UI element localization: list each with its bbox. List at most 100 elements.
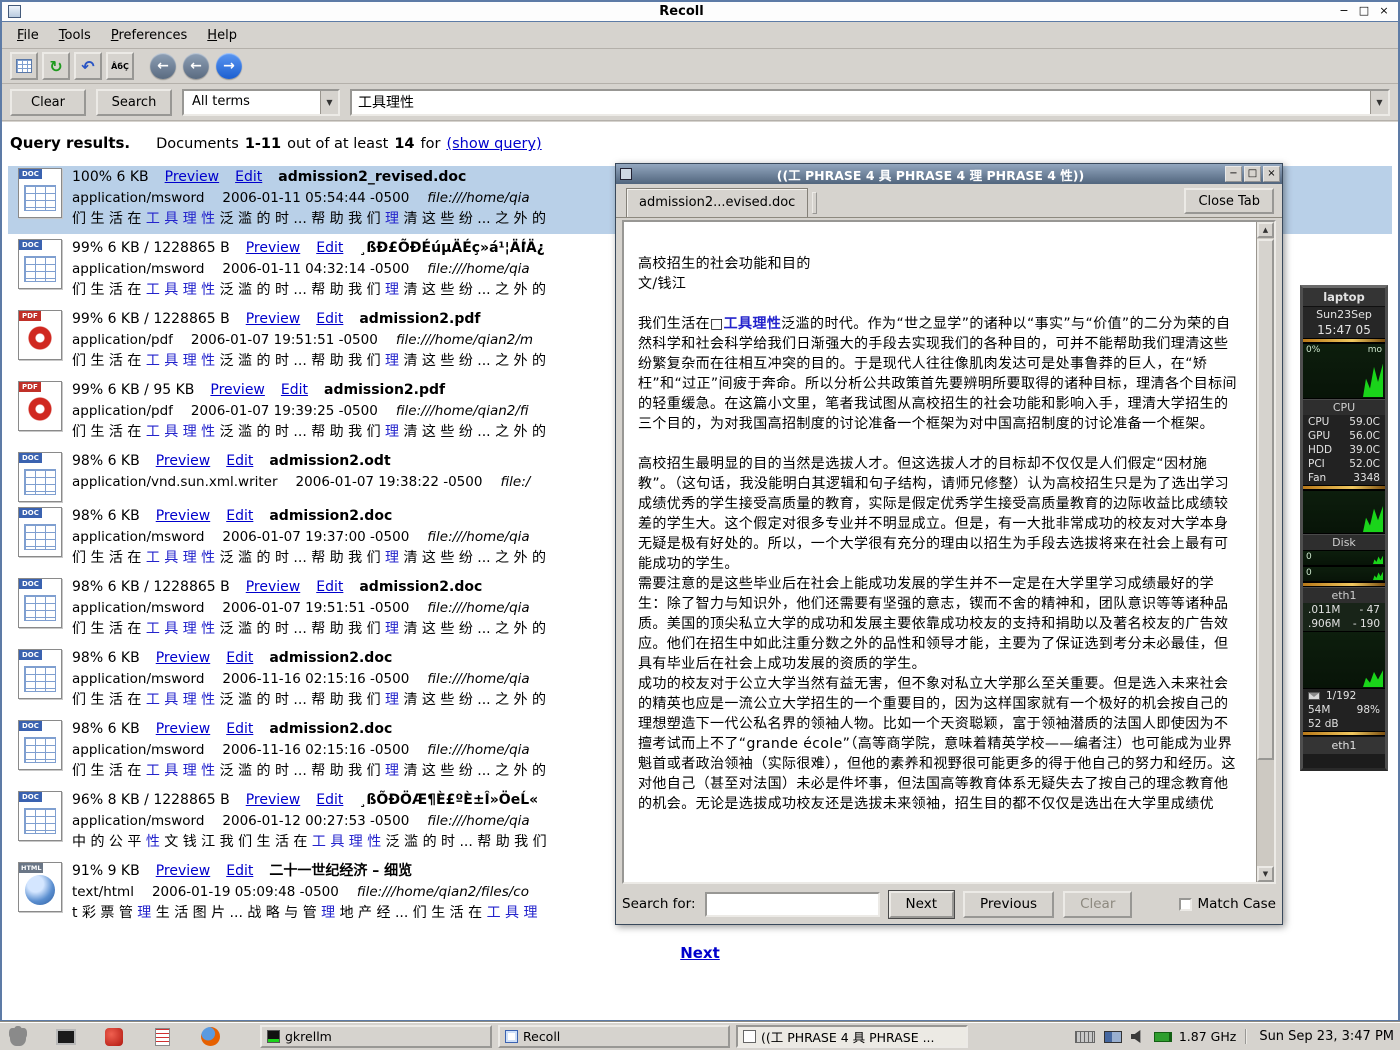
chevron-down-icon[interactable]: ▼: [1370, 91, 1388, 114]
scroll-down-icon[interactable]: ▼: [1257, 866, 1274, 882]
close-tab-button[interactable]: Close Tab: [1184, 188, 1274, 214]
result-filename: admission2.odt: [269, 451, 390, 472]
edit-link[interactable]: Edit: [226, 648, 253, 669]
preview-link[interactable]: Preview: [246, 577, 301, 598]
query-history-button[interactable]: ↶: [74, 52, 102, 80]
snippet-highlight: 工 具 理 性: [146, 353, 215, 369]
close-icon[interactable]: ×: [1376, 4, 1392, 19]
preview-link[interactable]: Preview: [156, 451, 211, 472]
result-filename: ¸ßÕĐÖÆ¶È£ºÈ±Î»ÖеĹ«: [359, 790, 538, 811]
term-explorer-button[interactable]: ÂбÇ: [106, 52, 134, 80]
file-type-icon[interactable]: [18, 791, 62, 841]
file-type-icon[interactable]: [18, 507, 62, 557]
edit-link[interactable]: Edit: [316, 309, 343, 330]
show-query-link[interactable]: (show query): [446, 136, 541, 152]
first-page-button[interactable]: ←: [150, 53, 176, 79]
query-combo[interactable]: ▼: [350, 89, 1390, 116]
find-previous-button[interactable]: Previous: [963, 891, 1054, 918]
chevron-down-icon[interactable]: ▼: [320, 91, 338, 114]
menu-file[interactable]: File: [8, 24, 48, 47]
minimize-icon[interactable]: −: [1225, 166, 1242, 182]
window-titlebar[interactable]: Recoll − □ ×: [2, 2, 1398, 22]
terminal-icon[interactable]: [54, 1025, 78, 1049]
next-results-link[interactable]: Next: [680, 944, 720, 962]
file-type-icon[interactable]: [18, 381, 62, 431]
edit-link[interactable]: Edit: [226, 719, 253, 740]
edit-link[interactable]: Edit: [226, 861, 253, 882]
file-type-icon[interactable]: [18, 452, 62, 502]
prev-page-button[interactable]: ←: [183, 53, 209, 79]
notes-app-icon[interactable]: [150, 1025, 174, 1049]
edit-link[interactable]: Edit: [281, 380, 308, 401]
preview-link[interactable]: Preview: [210, 380, 265, 401]
maximize-icon[interactable]: □: [1356, 4, 1372, 19]
preview-link[interactable]: Preview: [165, 167, 220, 188]
table-view-button[interactable]: [10, 52, 38, 80]
maximize-icon[interactable]: □: [1244, 166, 1261, 182]
preview-link[interactable]: Preview: [246, 238, 301, 259]
update-index-button[interactable]: ↻: [42, 52, 70, 80]
file-type-icon[interactable]: [18, 649, 62, 699]
search-input[interactable]: [352, 91, 1370, 114]
menu-tools[interactable]: Tools: [50, 24, 100, 47]
keyboard-layout-icon[interactable]: [1075, 1031, 1095, 1043]
scrollbar-thumb[interactable]: [1257, 239, 1274, 760]
red-app-icon[interactable]: [102, 1025, 126, 1049]
find-clear-button[interactable]: Clear: [1063, 891, 1132, 918]
edit-link[interactable]: Edit: [226, 506, 253, 527]
file-type-icon[interactable]: [18, 310, 62, 360]
search-mode-select[interactable]: All terms ▼: [182, 89, 340, 116]
scroll-up-icon[interactable]: ▲: [1257, 222, 1274, 238]
close-icon[interactable]: ×: [1263, 166, 1280, 182]
result-mimetype: application/msword: [72, 811, 204, 831]
preview-link[interactable]: Preview: [246, 790, 301, 811]
minimize-icon[interactable]: −: [1336, 4, 1352, 19]
menu-preferences[interactable]: Preferences: [102, 24, 196, 47]
file-type-icon[interactable]: [18, 239, 62, 289]
edit-link[interactable]: Edit: [226, 451, 253, 472]
file-type-icon[interactable]: [18, 862, 62, 912]
firefox-icon[interactable]: [198, 1025, 222, 1049]
preview-window-title: ((工 PHRASE 4 具 PHRASE 4 理 PHRASE 4 性)): [636, 165, 1225, 184]
file-type-icon[interactable]: [18, 168, 62, 218]
match-case-checkbox[interactable]: [1179, 898, 1192, 911]
footprint-menu-icon[interactable]: [6, 1025, 30, 1049]
next-page-button[interactable]: →: [216, 53, 242, 79]
cpu-frequency: 1.87 GHz: [1179, 1029, 1236, 1044]
gkrellm-monitor[interactable]: laptop Sun23Sep 15:47 05 0% mo CPU CPU59…: [1300, 285, 1388, 771]
edit-link[interactable]: Edit: [235, 167, 262, 188]
edit-link[interactable]: Edit: [316, 790, 343, 811]
result-relevance-size: 98% 6 KB: [72, 719, 140, 740]
task-button-recoll[interactable]: Recoll: [498, 1025, 730, 1048]
tab-drag-handle[interactable]: [812, 192, 817, 214]
preview-link[interactable]: Preview: [156, 861, 211, 882]
menu-help[interactable]: Help: [198, 24, 246, 47]
temp-label: HDD: [1308, 443, 1332, 457]
preview-titlebar[interactable]: ((工 PHRASE 4 具 PHRASE 4 理 PHRASE 4 性)) −…: [616, 164, 1282, 184]
workspace-pager-icon[interactable]: [1104, 1031, 1122, 1043]
edit-link[interactable]: Edit: [316, 238, 343, 259]
task-button-preview[interactable]: ((工 PHRASE 4 具 PHRASE ...: [736, 1025, 968, 1048]
battery-icon[interactable]: [1154, 1032, 1170, 1042]
edit-link[interactable]: Edit: [316, 577, 343, 598]
result-mimetype: application/msword: [72, 259, 204, 279]
find-input[interactable]: [705, 892, 880, 917]
clear-button[interactable]: Clear: [10, 89, 86, 116]
preview-link[interactable]: Preview: [156, 506, 211, 527]
search-button[interactable]: Search: [96, 89, 172, 116]
file-type-icon[interactable]: [18, 720, 62, 770]
preview-link[interactable]: Preview: [156, 648, 211, 669]
result-date: 2006-01-07 19:51:51 -0500: [191, 330, 378, 350]
find-next-button[interactable]: Next: [889, 891, 954, 918]
file-type-icon[interactable]: [18, 578, 62, 628]
preview-link[interactable]: Preview: [156, 719, 211, 740]
snippet-text: 泛 滥 的 时 ... 帮 助 我 们: [215, 763, 385, 779]
taskbar-clock[interactable]: Sun Sep 23, 3:47 PM: [1245, 1029, 1394, 1044]
temp-row-pci: PCI52.0C: [1303, 457, 1385, 471]
task-button-gkrellm[interactable]: gkrellm: [260, 1025, 492, 1048]
volume-icon[interactable]: [1131, 1030, 1145, 1044]
preview-link[interactable]: Preview: [246, 309, 301, 330]
preview-text-area[interactable]: 高校招生的社会功能和目的文/钱江我们生活在□工具理性泛滥的时代。作为“世之显学”…: [622, 220, 1276, 884]
scrollbar[interactable]: ▲ ▼: [1256, 222, 1274, 882]
preview-tab[interactable]: admission2...evised.doc: [626, 188, 808, 217]
